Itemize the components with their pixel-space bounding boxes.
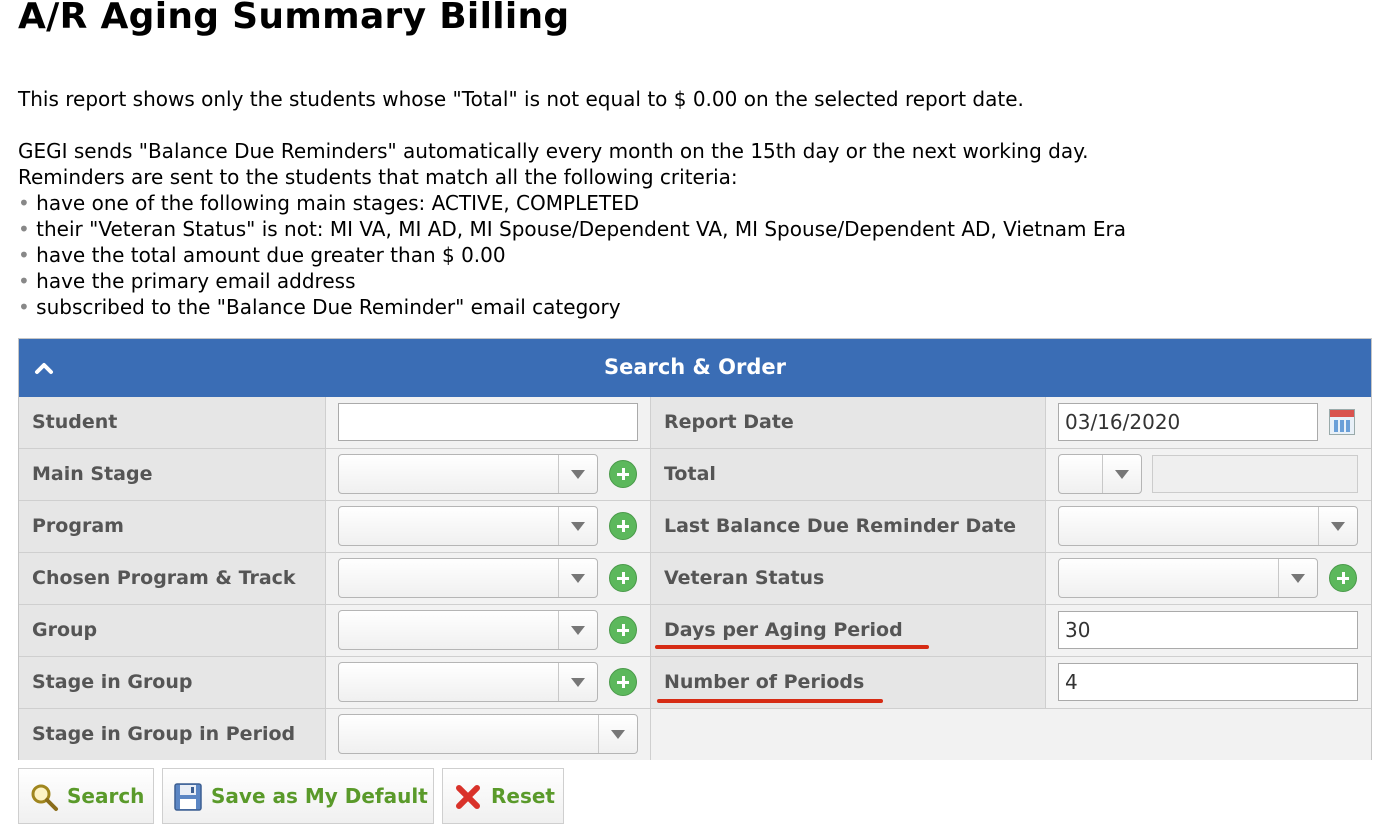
- student-cell: [326, 397, 651, 448]
- main-stage-label: Main Stage: [19, 449, 326, 500]
- stage-in-group-select[interactable]: [338, 662, 598, 702]
- days-per-aging-period-input[interactable]: 30: [1058, 611, 1358, 649]
- report-date-cell: 03/16/2020: [1046, 397, 1371, 448]
- veteran-status-select[interactable]: [1058, 558, 1318, 598]
- stage-in-group-label: Stage in Group: [19, 657, 326, 708]
- stage-in-group-in-period-label: Stage in Group in Period: [19, 709, 326, 760]
- chosen-program-track-cell: [326, 553, 651, 604]
- criteria-item: • have one of the following main stages:…: [18, 191, 640, 215]
- chevron-down-icon: [558, 455, 597, 493]
- floppy-disk-icon: [174, 783, 202, 811]
- intro-text: This report shows only the students whos…: [18, 87, 1024, 111]
- form-row: Student Report Date 03/16/2020: [19, 397, 1371, 449]
- reminder-info: GEGI sends "Balance Due Reminders" autom…: [18, 138, 1126, 320]
- form-row: Group Days per Aging Period 30: [19, 605, 1371, 657]
- bullet-icon: •: [18, 295, 30, 319]
- criteria-item: • subscribed to the "Balance Due Reminde…: [18, 295, 621, 319]
- search-button[interactable]: Search: [18, 768, 154, 824]
- add-program-icon[interactable]: [609, 512, 637, 540]
- reset-button[interactable]: Reset: [442, 768, 564, 824]
- program-label: Program: [19, 501, 326, 552]
- student-label: Student: [19, 397, 326, 448]
- save-default-button-label: Save as My Default: [211, 784, 428, 808]
- calendar-icon[interactable]: [1329, 409, 1355, 435]
- bullet-icon: •: [18, 191, 30, 215]
- chevron-down-icon: [1102, 455, 1141, 493]
- total-label: Total: [651, 449, 1046, 500]
- group-select[interactable]: [338, 610, 598, 650]
- group-label: Group: [19, 605, 326, 656]
- days-per-aging-period-cell: 30: [1046, 605, 1371, 656]
- chevron-down-icon: [558, 507, 597, 545]
- chosen-program-track-label: Chosen Program & Track: [19, 553, 326, 604]
- red-x-icon: [456, 785, 480, 809]
- last-reminder-date-select[interactable]: [1058, 506, 1358, 546]
- main-stage-cell: [326, 449, 651, 500]
- save-default-button[interactable]: Save as My Default: [162, 768, 434, 824]
- panel-title: Search & Order: [603, 355, 787, 379]
- form-row: Program Last Balance Due Reminder Date: [19, 501, 1371, 553]
- empty-cell: [651, 709, 1371, 760]
- reminder-line-2: Reminders are sent to the students that …: [18, 165, 738, 189]
- form-row: Chosen Program & Track Veteran Status: [19, 553, 1371, 605]
- add-main-stage-icon[interactable]: [609, 460, 637, 488]
- chevron-down-icon: [1278, 559, 1317, 597]
- search-order-panel: Search & Order Student Report Date 03/16…: [18, 338, 1372, 760]
- chevron-down-icon: [558, 611, 597, 649]
- stage-in-group-cell: [326, 657, 651, 708]
- annotation-underline: [655, 645, 929, 649]
- magnifier-icon: [31, 784, 58, 811]
- criteria-item: • have the total amount due greater than…: [18, 243, 506, 267]
- add-stage-in-group-icon[interactable]: [609, 668, 637, 696]
- number-of-periods-input[interactable]: 4: [1058, 663, 1358, 701]
- panel-header[interactable]: Search & Order: [19, 339, 1371, 397]
- last-reminder-date-cell: [1046, 501, 1371, 552]
- main-stage-select[interactable]: [338, 454, 598, 494]
- bullet-icon: •: [18, 243, 30, 267]
- reminder-line-1: GEGI sends "Balance Due Reminders" autom…: [18, 139, 1089, 163]
- search-button-label: Search: [67, 784, 145, 808]
- chosen-program-track-select[interactable]: [338, 558, 598, 598]
- total-cell: [1046, 449, 1371, 500]
- chevron-down-icon: [558, 559, 597, 597]
- bullet-icon: •: [18, 269, 30, 293]
- program-cell: [326, 501, 651, 552]
- stage-in-group-in-period-cell: [326, 709, 651, 760]
- add-group-icon[interactable]: [609, 616, 637, 644]
- page-title: A/R Aging Summary Billing: [18, 0, 570, 37]
- form-row: Main Stage Total: [19, 449, 1371, 501]
- chevron-down-icon: [558, 663, 597, 701]
- number-of-periods-cell: 4: [1046, 657, 1371, 708]
- student-input[interactable]: [338, 403, 638, 441]
- chevron-down-icon: [598, 715, 637, 753]
- veteran-status-label: Veteran Status: [651, 553, 1046, 604]
- chevron-down-icon: [1318, 507, 1357, 545]
- report-date-label: Report Date: [651, 397, 1046, 448]
- criteria-item: • have the primary email address: [18, 269, 356, 293]
- annotation-underline: [657, 699, 883, 703]
- report-date-input[interactable]: 03/16/2020: [1058, 403, 1318, 441]
- group-cell: [326, 605, 651, 656]
- add-chosen-program-track-icon[interactable]: [609, 564, 637, 592]
- last-reminder-date-label: Last Balance Due Reminder Date: [651, 501, 1046, 552]
- criteria-item: • their "Veteran Status" is not: MI VA, …: [18, 217, 1126, 241]
- bullet-icon: •: [18, 217, 30, 241]
- veteran-status-cell: [1046, 553, 1371, 604]
- total-operator-select[interactable]: [1058, 454, 1142, 494]
- program-select[interactable]: [338, 506, 598, 546]
- reset-button-label: Reset: [491, 784, 555, 808]
- total-value-input[interactable]: [1152, 455, 1358, 493]
- stage-in-group-in-period-select[interactable]: [338, 714, 638, 754]
- form-row: Stage in Group in Period: [19, 709, 1371, 760]
- add-veteran-status-icon[interactable]: [1329, 564, 1357, 592]
